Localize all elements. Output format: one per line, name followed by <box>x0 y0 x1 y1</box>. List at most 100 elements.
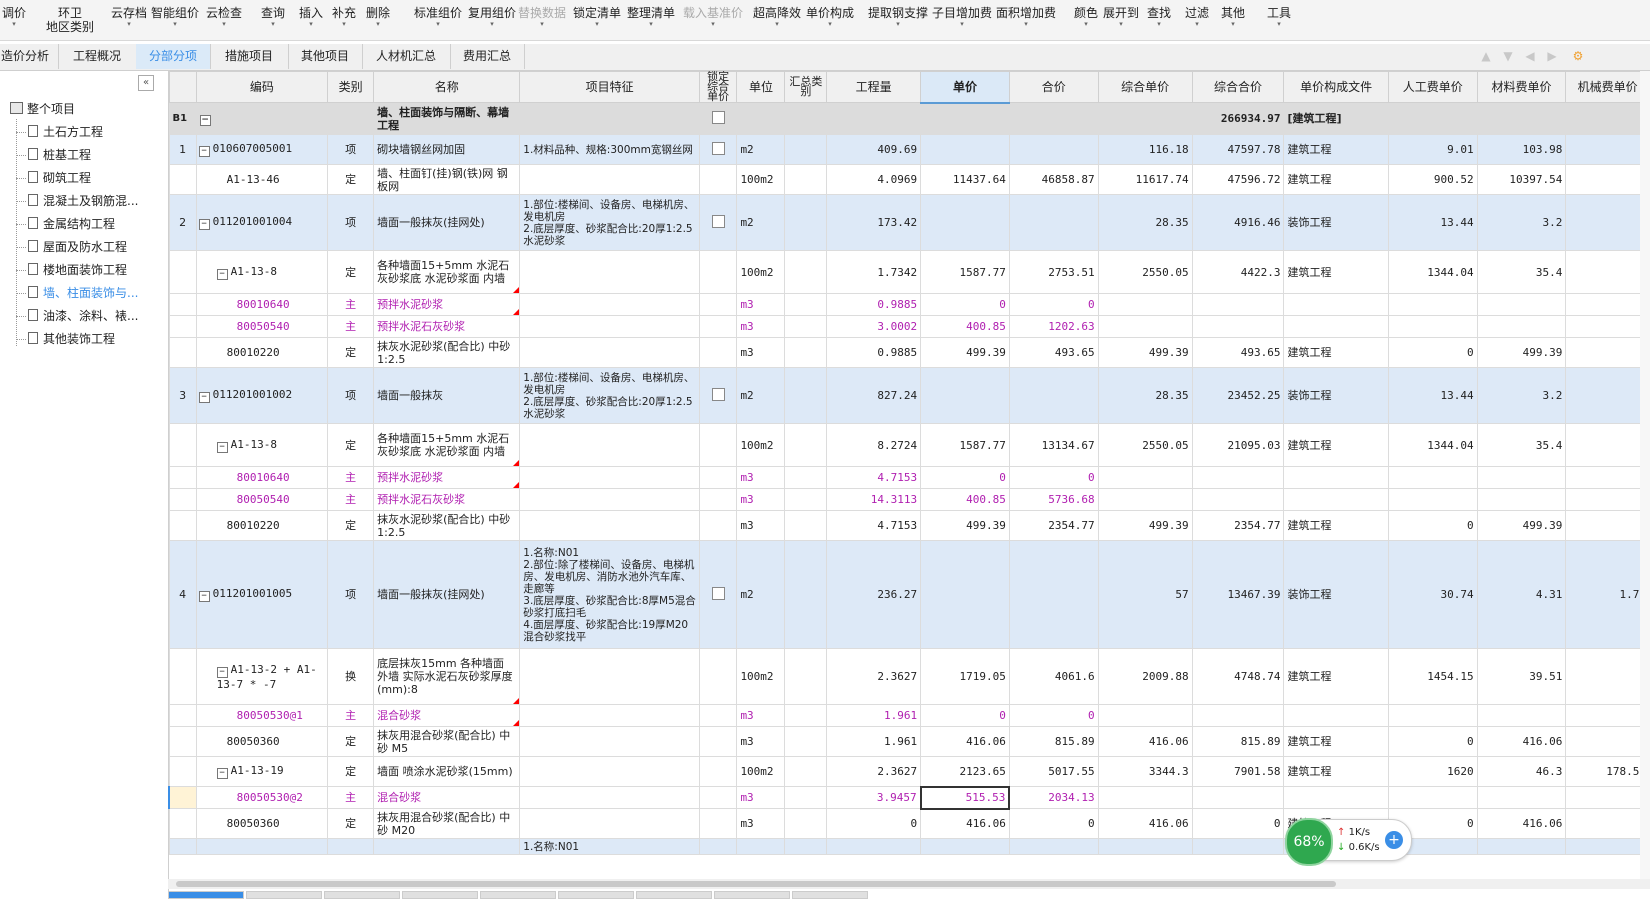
collapse-icon[interactable]: − <box>216 441 228 453</box>
toolbar-button-25[interactable]: 工具 ▾ <box>1264 0 1294 38</box>
column-header[interactable]: 综合单价 <box>1097 71 1193 103</box>
table-row[interactable]: 80010640 主预拌水泥砂浆 m3 4.7153 0 0 <box>168 466 1650 489</box>
toolbar-button-12[interactable]: 锁定清单 ▾ <box>571 0 623 38</box>
table-row[interactable]: − A1-13-8 定各种墙面15+5mm 水泥石灰砂浆底 水泥砂浆面 内墙 100m… <box>168 423 1650 467</box>
toolbar-button-10[interactable]: 复用组价 ▾ <box>466 0 518 38</box>
column-header[interactable]: 机械费单价 <box>1565 71 1650 103</box>
collapse-icon[interactable]: − <box>216 666 228 678</box>
toolbar-button-11[interactable]: 替换数据 ▾ <box>517 0 567 38</box>
toolbar-button-16[interactable]: 单价构成 ▾ <box>805 0 855 38</box>
vertical-scrollbar[interactable] <box>1640 71 1650 879</box>
tab-5[interactable]: 人材机汇总 <box>362 44 451 69</box>
toolbar-button-20[interactable]: 颜色 ▾ <box>1072 0 1100 38</box>
lock-checkbox[interactable] <box>711 141 725 155</box>
table-row[interactable]: 80050530@1 主混合砂浆 m3 1.961 0 0 <box>168 704 1650 727</box>
tab-3[interactable]: 措施项目 <box>210 44 289 69</box>
column-header[interactable]: 人工费单价 <box>1387 71 1478 103</box>
tree-item[interactable]: 金属结构工程 <box>28 214 115 234</box>
table-row[interactable]: 80050360 定抹灰用混合砂浆(配合比) 中砂 M5 m3 1.961 416.06… <box>168 726 1650 757</box>
toolbar-button-13[interactable]: 整理清单 ▾ <box>625 0 677 38</box>
tab-6[interactable]: 费用汇总 <box>450 44 525 69</box>
column-header[interactable]: 工程量 <box>826 71 922 103</box>
tree-item[interactable]: 屋面及防水工程 <box>28 237 127 257</box>
column-header[interactable]: 汇总类别 <box>784 71 828 103</box>
collapse-icon[interactable]: − <box>216 768 228 779</box>
toolbar-button-24[interactable]: 其他 ▾ <box>1216 0 1250 38</box>
tree-item[interactable]: 土石方工程 <box>28 122 103 142</box>
toolbar-button-23[interactable]: 过滤 ▾ <box>1183 0 1211 38</box>
toolbar-button-4[interactable]: 云检查 ▾ <box>202 0 246 38</box>
table-row[interactable]: 1.名称:N01 <box>168 838 1650 855</box>
table-row[interactable]: A1-13-46 定墙、柱面钉(挂)钢(铁)网 钢板网 100m2 4.0969 114… <box>168 164 1650 195</box>
tree-item[interactable]: 楼地面装饰工程 <box>28 260 127 280</box>
tab-0[interactable]: 造价分析 <box>0 44 59 69</box>
table-row[interactable]: 80050540 主预拌水泥石灰砂浆 m3 14.3113 400.85 5736.68 <box>168 488 1650 511</box>
toolbar-button-3[interactable]: 智能组价 ▾ <box>148 0 202 38</box>
column-header[interactable]: 单价 <box>920 71 1010 104</box>
column-header[interactable]: 锁定综合单价 <box>698 71 738 103</box>
toolbar-button-22[interactable]: 查找 ▾ <box>1144 0 1174 38</box>
arrow-left-icon[interactable]: ◀ <box>1522 48 1538 64</box>
table-row[interactable]: 80050540 主预拌水泥石灰砂浆 m3 3.0002 400.85 1202.63 <box>168 315 1650 338</box>
column-header[interactable]: 单位 <box>736 71 786 103</box>
bottom-tab[interactable] <box>246 891 322 899</box>
collapse-icon[interactable]: − <box>216 268 228 280</box>
table-row[interactable]: 80050530@2 主混合砂浆 m3 3.9457 515.53 2034.13 <box>168 785 1650 810</box>
tab-4[interactable]: 其他项目 <box>288 44 363 69</box>
network-widget[interactable]: 68% ↑ 1K/s ↓ 0.6K/s + <box>1285 818 1412 866</box>
collapse-icon[interactable]: − <box>199 115 211 126</box>
expand-plus-icon[interactable]: + <box>1385 831 1403 849</box>
table-row[interactable]: − A1-13-2 + A1-13-7 * -7 换底层抹灰15mm 各种墙面 外墙… <box>168 648 1650 705</box>
table-row[interactable]: 80010220 定抹灰水泥砂浆(配合比) 中砂 1:2.5 m3 0.9885 499… <box>168 337 1650 368</box>
tree-item[interactable]: 混凝土及钢筋混... <box>28 191 138 211</box>
column-header[interactable]: 类别 <box>327 71 375 103</box>
settings-icon[interactable]: ⚙ <box>1570 48 1586 64</box>
toolbar-button-19[interactable]: 面积增加费 ▾ <box>996 0 1056 38</box>
column-header[interactable]: 合价 <box>1008 71 1099 103</box>
lock-checkbox[interactable] <box>711 214 725 228</box>
tree-item[interactable]: 油漆、涂料、裱... <box>28 306 138 326</box>
collapse-icon[interactable]: − <box>198 591 210 602</box>
column-header[interactable]: 项目特征 <box>519 71 700 103</box>
toolbar-button-8[interactable]: 删除 ▾ <box>363 0 393 38</box>
toolbar-button-0[interactable]: 调价 ▾ <box>0 0 34 38</box>
scroll-thumb[interactable] <box>176 881 1336 887</box>
toolbar-button-9[interactable]: 标准组价 ▾ <box>412 0 464 38</box>
price-cell[interactable]: 515.53 <box>919 785 1011 810</box>
tree-root[interactable]: 整个项目 <box>10 99 75 119</box>
bottom-tab[interactable] <box>324 891 400 899</box>
bottom-tab[interactable] <box>636 891 712 899</box>
table-row[interactable]: − A1-13-8 定各种墙面15+5mm 水泥石灰砂浆底 水泥砂浆面 内墙 100m… <box>168 250 1650 294</box>
toolbar-button-17[interactable]: 提取钢支撑 ▾ <box>868 0 928 38</box>
toolbar-button-14[interactable]: 载入基准价 ▾ <box>677 0 749 38</box>
move-down-icon[interactable]: ▼ <box>1500 48 1516 64</box>
table-row[interactable]: 80050360 定抹灰用混合砂浆(配合比) 中砂 M20 m3 0 416.06 0 41… <box>168 808 1650 839</box>
column-header[interactable]: 编码 <box>195 71 329 103</box>
table-row[interactable]: 80010640 主预拌水泥砂浆 m3 0.9885 0 0 <box>168 293 1650 316</box>
bottom-tab[interactable] <box>714 891 790 899</box>
collapse-icon[interactable]: − <box>198 219 210 230</box>
table-row[interactable]: 2−011201001004 项墙面一般抹灰(挂网处) 1.部位:楼梯间、设备房、电… <box>168 194 1650 251</box>
table-row[interactable]: 4−011201001005 项墙面一般抹灰(挂网处) 1.名称:N01 2.部位:… <box>168 540 1650 649</box>
table-row[interactable]: 1−010607005001 项砌块墙钢丝网加固 1.材料品种、规格:300mm宽钢… <box>168 134 1650 165</box>
toolbar-button-2[interactable]: 云存档 ▾ <box>107 0 151 38</box>
toolbar-button-6[interactable]: 插入 ▾ <box>295 0 327 38</box>
horizontal-scrollbar[interactable] <box>168 879 1650 889</box>
collapse-panel-icon[interactable]: « <box>138 75 154 91</box>
toolbar-button-18[interactable]: 子目增加费 ▾ <box>932 0 992 38</box>
column-header[interactable]: 名称 <box>373 71 521 103</box>
tree-item[interactable]: 其他装饰工程 <box>28 329 115 349</box>
tree-item[interactable]: 砌筑工程 <box>28 168 91 188</box>
toolbar-button-15[interactable]: 超高降效 ▾ <box>752 0 802 38</box>
lock-checkbox[interactable] <box>711 586 725 600</box>
toolbar-button-1[interactable]: 环卫 地区类别 <box>40 0 100 38</box>
section-row[interactable]: B1− 墙、柱面装饰与隔断、幕墙工程 266934.97 [建筑工程] <box>168 102 1650 135</box>
lock-checkbox[interactable] <box>711 387 725 401</box>
lock-checkbox[interactable] <box>711 110 725 124</box>
table-row[interactable]: 3−011201001002 项墙面一般抹灰 1.部位:楼梯间、设备房、电梯机房、发… <box>168 367 1650 424</box>
toolbar-button-21[interactable]: 展开到 ▾ <box>1101 0 1141 38</box>
bottom-tab[interactable] <box>480 891 556 899</box>
bottom-tab[interactable] <box>402 891 478 899</box>
move-up-icon[interactable]: ▲ <box>1478 48 1494 64</box>
column-header[interactable]: 单价构成文件 <box>1283 71 1389 103</box>
